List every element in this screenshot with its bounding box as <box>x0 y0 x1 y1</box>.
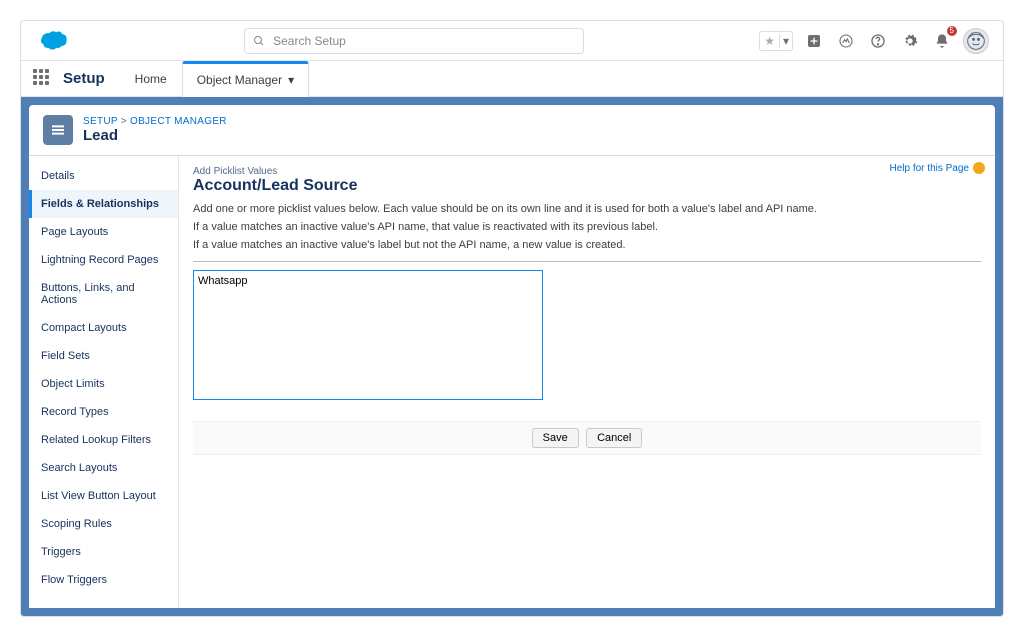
add-icon[interactable] <box>803 30 825 52</box>
sidebar-item-field-sets[interactable]: Field Sets <box>29 342 178 370</box>
trailhead-icon[interactable] <box>835 30 857 52</box>
picklist-values-textarea[interactable] <box>193 270 543 400</box>
notifications-icon[interactable]: 5 <box>931 30 953 52</box>
sidebar-item-flow-triggers[interactable]: Flow Triggers <box>29 566 178 594</box>
button-row: Save Cancel <box>193 421 981 455</box>
chevron-down-icon: ▾ <box>779 34 792 48</box>
search-placeholder: Search Setup <box>273 34 346 48</box>
app-launcher-icon[interactable] <box>33 69 53 89</box>
notification-badge: 5 <box>947 26 957 36</box>
sidebar-item-buttons-links-actions[interactable]: Buttons, Links, and Actions <box>29 274 178 314</box>
cancel-button[interactable]: Cancel <box>586 428 642 448</box>
section-eyebrow: Add Picklist Values <box>193 166 981 177</box>
sidebar-item-scoping-rules[interactable]: Scoping Rules <box>29 510 178 538</box>
sidebar-item-triggers[interactable]: Triggers <box>29 538 178 566</box>
search-icon <box>253 35 265 47</box>
page-header: SETUP > OBJECT MANAGER Lead <box>29 105 995 156</box>
object-icon <box>43 115 73 145</box>
app-nav: Setup Home Object Manager ▾ <box>21 61 1003 97</box>
sidebar-item-compact-layouts[interactable]: Compact Layouts <box>29 314 178 342</box>
description-1: Add one or more picklist values below. E… <box>193 203 981 215</box>
section-heading: Account/Lead Source <box>193 177 981 195</box>
gear-icon[interactable] <box>899 30 921 52</box>
header-tools: ★ ▾ 5 <box>759 28 989 54</box>
breadcrumb: SETUP > OBJECT MANAGER <box>83 116 227 127</box>
help-bubble-icon <box>973 162 985 174</box>
description-2: If a value matches an inactive value's A… <box>193 221 981 233</box>
sidebar-item-search-layouts[interactable]: Search Layouts <box>29 454 178 482</box>
divider <box>193 261 981 262</box>
star-icon: ★ <box>760 34 779 48</box>
tab-object-manager[interactable]: Object Manager ▾ <box>182 61 309 97</box>
help-icon[interactable] <box>867 30 889 52</box>
tab-home[interactable]: Home <box>121 61 182 97</box>
sidebar-item-list-view-button-layout[interactable]: List View Button Layout <box>29 482 178 510</box>
global-header: Search Setup ★ ▾ 5 <box>21 21 1003 61</box>
salesforce-logo <box>35 29 69 53</box>
main-content: Help for this Page Add Picklist Values A… <box>179 156 995 608</box>
avatar[interactable] <box>963 28 989 54</box>
breadcrumb-setup[interactable]: SETUP <box>83 116 118 127</box>
sidebar-item-details[interactable]: Details <box>29 162 178 190</box>
global-search[interactable]: Search Setup <box>244 28 584 54</box>
sidebar-item-page-layouts[interactable]: Page Layouts <box>29 218 178 246</box>
description-3: If a value matches an inactive value's l… <box>193 239 981 251</box>
save-button[interactable]: Save <box>532 428 579 448</box>
sidebar-item-record-types[interactable]: Record Types <box>29 398 178 426</box>
favorites-control[interactable]: ★ ▾ <box>759 31 793 51</box>
object-sidebar: Details Fields & Relationships Page Layo… <box>29 156 179 608</box>
sidebar-item-related-lookup-filters[interactable]: Related Lookup Filters <box>29 426 178 454</box>
app-name: Setup <box>63 70 105 87</box>
help-link[interactable]: Help for this Page <box>890 162 986 174</box>
sidebar-item-lightning-pages[interactable]: Lightning Record Pages <box>29 246 178 274</box>
breadcrumb-object-manager[interactable]: OBJECT MANAGER <box>130 116 227 127</box>
page-title: Lead <box>83 127 227 144</box>
sidebar-item-fields-relationships[interactable]: Fields & Relationships <box>29 190 178 218</box>
sidebar-item-object-limits[interactable]: Object Limits <box>29 370 178 398</box>
chevron-down-icon: ▾ <box>288 73 294 87</box>
